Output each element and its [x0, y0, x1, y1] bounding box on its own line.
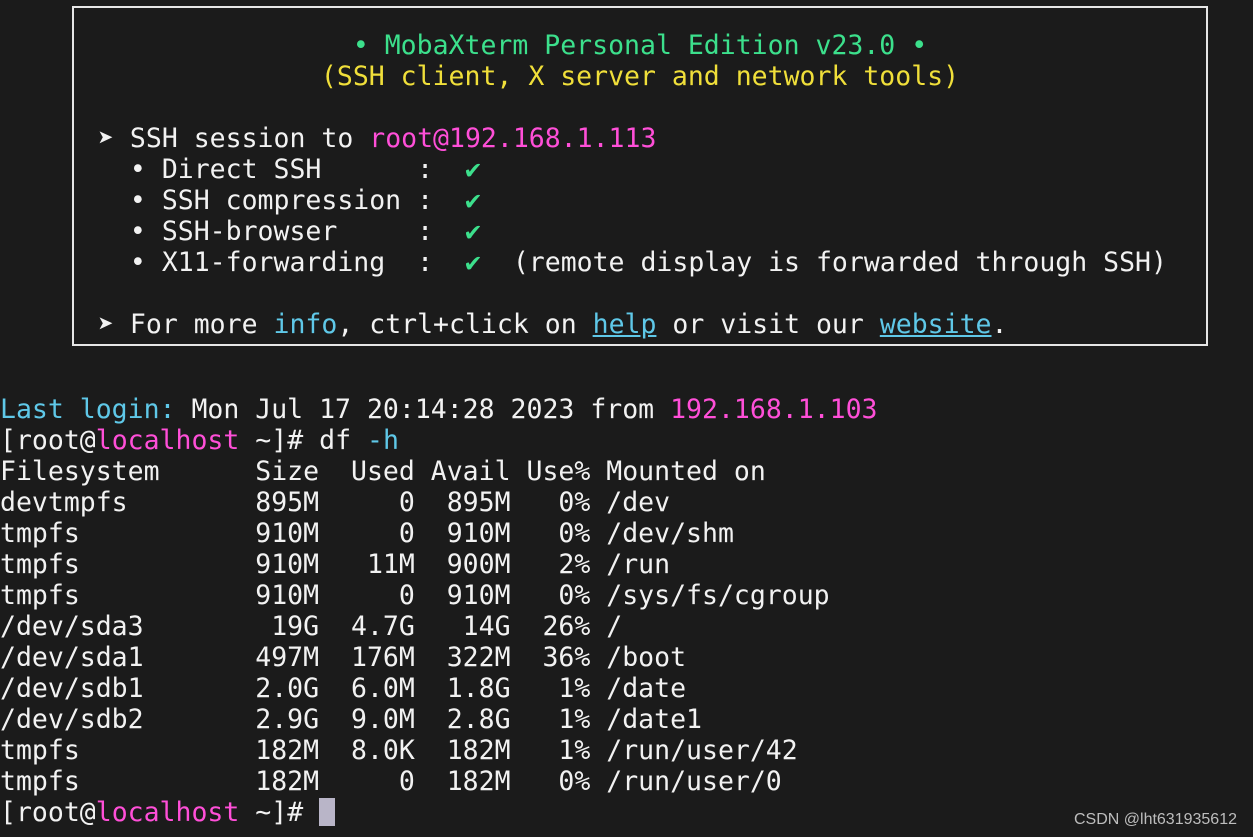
info-text: info: [273, 309, 338, 340]
feature-label: • X11-forwarding :: [98, 247, 465, 278]
banner-subtitle: (SSH client, X server and network tools): [320, 61, 960, 92]
help-link[interactable]: help: [593, 309, 657, 340]
banner-title: • MobaXterm Personal Edition v23.0 •: [352, 30, 928, 61]
info-prefix: ➤ For more: [98, 309, 274, 340]
table-header: Filesystem Size Used Avail Use% Mounted …: [0, 456, 766, 487]
prompt-open: [root@: [0, 797, 96, 828]
command-arg: -h: [351, 425, 399, 456]
table-row: tmpfs 182M 0 182M 0% /run/user/0: [0, 766, 782, 797]
command-text: df: [319, 425, 352, 456]
prompt-close: ~]#: [239, 425, 320, 456]
feature-label: • SSH compression :: [98, 185, 465, 216]
feature-x11-forwarding: • X11-forwarding : ✔ (remote display is …: [98, 247, 1230, 278]
active-prompt-line[interactable]: [root@localhost ~]#: [0, 797, 336, 828]
last-login-label: Last login:: [0, 394, 176, 425]
prompt-host: localhost: [95, 797, 240, 828]
feature-label: • Direct SSH :: [98, 154, 465, 185]
check-icon: ✔: [464, 185, 481, 216]
feature-ssh-browser: • SSH-browser : ✔: [98, 216, 1230, 247]
website-link[interactable]: website: [880, 309, 992, 340]
prompt-host: localhost: [95, 425, 240, 456]
session-prefix: ➤ SSH session to: [98, 123, 370, 154]
table-row: tmpfs 182M 8.0K 182M 1% /run/user/42: [0, 735, 798, 766]
check-icon: ✔: [464, 154, 481, 185]
info-middle2: or visit our: [656, 309, 880, 340]
prompt-close: ~]#: [239, 797, 320, 828]
table-row: /dev/sda3 19G 4.7G 14G 26% /: [0, 611, 623, 642]
table-row: tmpfs 910M 0 910M 0% /sys/fs/cgroup: [0, 580, 830, 611]
ssh-session-line: ➤ SSH session to root@192.168.1.113: [98, 123, 1230, 154]
table-row: tmpfs 910M 11M 900M 2% /run: [0, 549, 671, 580]
command-prompt-line: [root@localhost ~]# df -h: [0, 425, 399, 456]
feature-direct-ssh: • Direct SSH : ✔: [98, 154, 1230, 185]
feature-ssh-compression: • SSH compression : ✔: [98, 185, 1230, 216]
session-host: root@192.168.1.113: [369, 123, 657, 154]
check-icon: ✔: [464, 216, 481, 247]
table-row: /dev/sda1 497M 176M 322M 36% /boot: [0, 642, 687, 673]
table-row: devtmpfs 895M 0 895M 0% /dev: [0, 487, 671, 518]
watermark: CSDN @lht631935612: [1073, 811, 1237, 828]
info-suffix: .: [991, 309, 1008, 340]
feature-note: (remote display is forwarded through SSH…: [480, 247, 1167, 278]
table-row: tmpfs 910M 0 910M 0% /dev/shm: [0, 518, 734, 549]
info-line: ➤ For more info, ctrl+click on help or v…: [98, 309, 1230, 340]
table-row: /dev/sdb2 2.9G 9.0M 2.8G 1% /date1: [0, 704, 702, 735]
check-icon: ✔: [464, 247, 481, 278]
info-middle: , ctrl+click on: [337, 309, 593, 340]
table-row: /dev/sdb1 2.0G 6.0M 1.8G 1% /date: [0, 673, 687, 704]
feature-label: • SSH-browser :: [98, 216, 465, 247]
prompt-open: [root@: [0, 425, 96, 456]
last-login-time: Mon Jul 17 20:14:28 2023 from: [175, 394, 671, 425]
last-login-line: Last login: Mon Jul 17 20:14:28 2023 fro…: [0, 394, 878, 425]
last-login-ip: 192.168.1.103: [670, 394, 878, 425]
text-cursor[interactable]: [319, 798, 336, 826]
welcome-banner: • MobaXterm Personal Edition v23.0 • (SS…: [72, 6, 1208, 346]
